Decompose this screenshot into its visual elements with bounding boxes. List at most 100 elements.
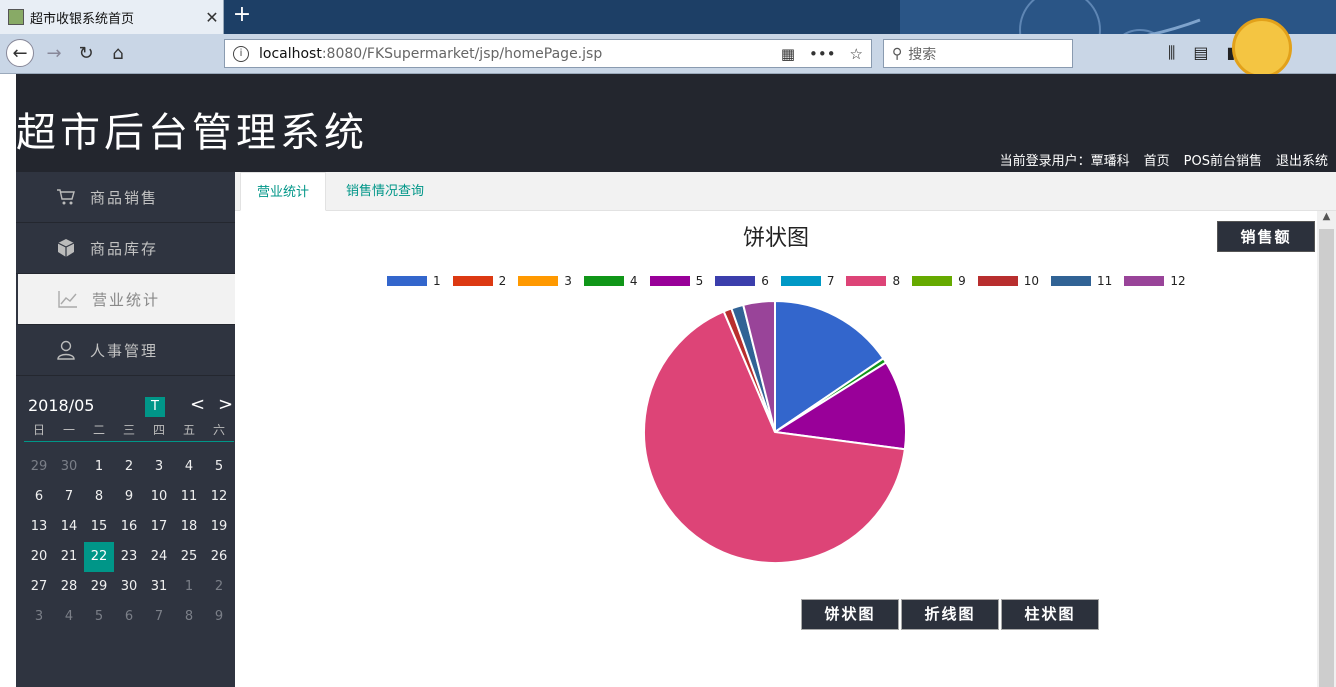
home-button[interactable]: ⌂ [104, 39, 132, 67]
calendar-day[interactable]: 7 [54, 482, 84, 512]
legend-swatch [977, 276, 1018, 286]
sidebar-item-label: 商品销售 [90, 188, 159, 207]
chart-type-buttons: 饼状图 折线图 柱状图 [801, 599, 1101, 630]
sidebar-item-inventory[interactable]: 商品库存 [16, 223, 235, 274]
home-link[interactable]: 首页 [1144, 150, 1170, 169]
calendar-day[interactable]: 15 [84, 512, 114, 542]
calendar-day[interactable]: 1 [174, 572, 204, 602]
calendar-day[interactable]: 4 [54, 602, 84, 632]
calendar-day[interactable]: 22 [84, 542, 114, 572]
search-input[interactable]: ⚲ 搜索 [883, 39, 1073, 68]
calendar-day[interactable]: 23 [114, 542, 144, 572]
address-bar[interactable]: i localhost :8080/FKSupermarket/jsp/home… [224, 39, 872, 68]
calendar-day[interactable]: 4 [174, 452, 204, 482]
legend-item[interactable]: 7 [780, 274, 834, 288]
left-gutter [0, 74, 16, 687]
legend-item[interactable]: 6 [715, 274, 769, 288]
site-info-icon[interactable]: i [233, 45, 249, 62]
calendar-day[interactable]: 26 [204, 542, 234, 572]
sales-amount-button[interactable]: 销售额 [1217, 221, 1315, 252]
bar-chart-button[interactable]: 柱状图 [1001, 599, 1099, 630]
calendar-day[interactable]: 8 [84, 482, 114, 512]
legend-item[interactable]: 9 [912, 274, 966, 288]
calendar-day[interactable]: 2 [114, 452, 144, 482]
calendar-day[interactable]: 30 [54, 452, 84, 482]
calendar-day[interactable]: 5 [84, 602, 114, 632]
tab-statistics[interactable]: 营业统计 [240, 172, 327, 211]
new-tab-button[interactable]: + [230, 4, 254, 28]
scroll-up-icon[interactable]: ▲ [1317, 211, 1336, 227]
sidebar-item-personnel[interactable]: 人事管理 [16, 325, 235, 376]
sidebar-item-sales[interactable]: 商品销售 [16, 172, 235, 223]
app-header: 超市后台管理系统 当前登录用户：覃璠科 首页 POS前台销售 退出系统 [16, 74, 1336, 172]
calendar-day[interactable]: 8 [174, 602, 204, 632]
content-scrollbar[interactable]: ▲ [1317, 211, 1336, 687]
legend-item[interactable]: 8 [846, 274, 900, 288]
calendar-day[interactable]: 30 [114, 572, 144, 602]
calendar-day[interactable]: 28 [54, 572, 84, 602]
calendar-day[interactable]: 27 [24, 572, 54, 602]
legend-item[interactable]: 3 [518, 274, 572, 288]
pos-link[interactable]: POS前台销售 [1184, 150, 1262, 169]
calendar-day[interactable]: 2 [204, 572, 234, 602]
calendar-prev-button[interactable]: < [190, 394, 205, 415]
legend-item[interactable]: 12 [1124, 274, 1186, 288]
pie-chart-button[interactable]: 饼状图 [801, 599, 899, 630]
calendar-day[interactable]: 25 [174, 542, 204, 572]
profile-avatar[interactable] [1232, 18, 1292, 78]
calendar-day[interactable]: 6 [24, 482, 54, 512]
calendar-day[interactable]: 5 [204, 452, 234, 482]
chart-title: 饼状图 [742, 226, 809, 251]
calendar-day[interactable]: 20 [24, 542, 54, 572]
sidebar-item-statistics[interactable]: 营业统计 [16, 274, 235, 325]
calendar-next-button[interactable]: > [218, 394, 233, 415]
calendar-weekday: 四 [152, 423, 165, 437]
forward-button[interactable]: → [40, 39, 68, 67]
line-chart-button[interactable]: 折线图 [901, 599, 999, 630]
reload-button[interactable]: ↻ [72, 39, 100, 67]
legend-item[interactable]: 11 [1051, 274, 1112, 288]
legend-item[interactable]: 2 [452, 274, 506, 288]
legend-item[interactable]: 10 [977, 274, 1039, 288]
calendar-day[interactable]: 6 [114, 602, 144, 632]
more-actions-icon[interactable]: ••• [809, 45, 836, 63]
calendar-day[interactable]: 31 [144, 572, 174, 602]
calendar-day[interactable]: 24 [144, 542, 174, 572]
library-icon[interactable]: ⫼ [1168, 43, 1175, 63]
calendar-day[interactable]: 3 [24, 602, 54, 632]
qr-code-icon[interactable]: ▦ [781, 45, 795, 63]
bookmark-star-icon[interactable]: ☆ [850, 45, 863, 63]
calendar-day[interactable]: 13 [24, 512, 54, 542]
calendar-day[interactable]: 7 [144, 602, 174, 632]
legend-label: 5 [695, 274, 704, 288]
calendar-today-button[interactable]: T [145, 397, 165, 417]
legend-swatch [518, 276, 559, 286]
legend-item[interactable]: 1 [387, 274, 441, 288]
calendar-day[interactable]: 18 [174, 512, 204, 542]
calendar-day[interactable]: 1 [84, 452, 114, 482]
calendar-day[interactable]: 9 [204, 602, 234, 632]
calendar-day[interactable]: 11 [174, 482, 204, 512]
calendar-day[interactable]: 10 [144, 482, 174, 512]
sidebar-toggle-icon[interactable]: ▤ [1193, 43, 1208, 63]
calendar-day[interactable]: 21 [54, 542, 84, 572]
calendar-day[interactable]: 19 [204, 512, 234, 542]
calendar-day[interactable]: 9 [114, 482, 144, 512]
close-tab-icon[interactable]: ✕ [201, 8, 223, 27]
calendar-day[interactable]: 12 [204, 482, 234, 512]
calendar-day[interactable]: 29 [84, 572, 114, 602]
calendar-day[interactable]: 17 [144, 512, 174, 542]
legend-swatch [1124, 276, 1165, 286]
calendar-day[interactable]: 16 [114, 512, 144, 542]
calendar-day[interactable]: 14 [54, 512, 84, 542]
calendar-day[interactable]: 29 [24, 452, 54, 482]
legend-item[interactable]: 5 [649, 274, 704, 288]
calendar-day[interactable]: 3 [144, 452, 174, 482]
scroll-thumb[interactable] [1319, 229, 1334, 687]
logout-link[interactable]: 退出系统 [1276, 150, 1328, 169]
browser-tab[interactable]: 超市收银系统首页 ✕ [0, 0, 224, 34]
back-button[interactable]: ← [6, 39, 34, 67]
legend-label: 12 [1170, 274, 1186, 288]
tab-sales-query[interactable]: 销售情况查询 [330, 172, 440, 211]
legend-item[interactable]: 4 [583, 274, 638, 288]
